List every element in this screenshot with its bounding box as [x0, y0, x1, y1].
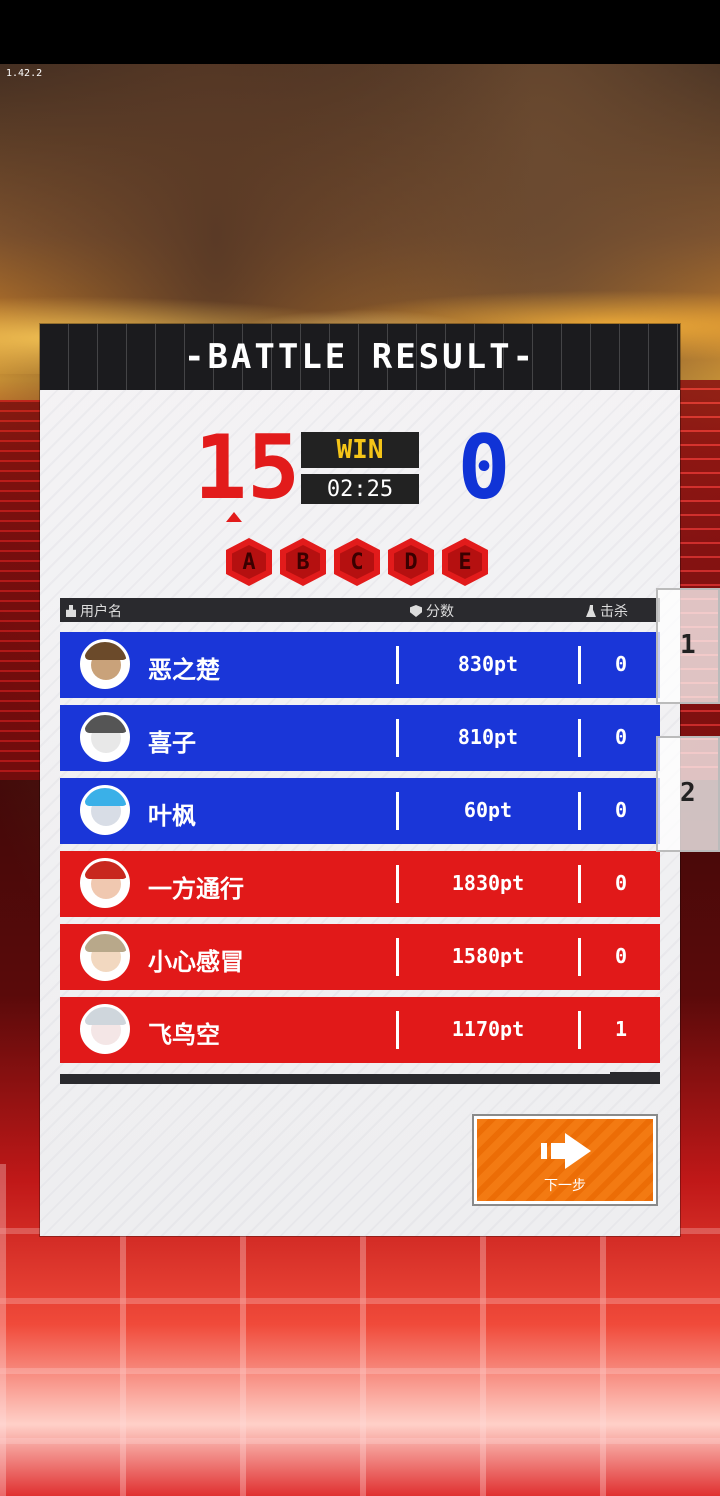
side-tab-label: 2 [680, 778, 696, 808]
version-label: 1.42.2 [6, 68, 43, 79]
next-step-button[interactable]: 下一步 [474, 1116, 656, 1204]
person-icon [66, 605, 76, 617]
red-team-score: 15 [194, 416, 300, 519]
zone-label: E [458, 549, 472, 575]
player-name: 叶枫 [148, 802, 196, 830]
divider [578, 1011, 581, 1049]
divider [396, 938, 399, 976]
player-points: 1170pt [451, 1017, 525, 1041]
divider [396, 719, 399, 757]
score-shield-icon [410, 605, 422, 617]
avatar-hair [85, 715, 127, 733]
col-score-label: 分数 [426, 604, 454, 620]
footer-bar-tip [610, 1072, 660, 1076]
player-kills: 0 [614, 798, 628, 822]
match-timer: 02:25 [301, 474, 419, 504]
blue-team-score: 0 [457, 416, 511, 519]
battle-result-panel: -BATTLE RESULT- 15 WIN 02:25 0 A B C D E… [40, 324, 680, 1236]
avatar [80, 712, 130, 762]
player-name: 飞鸟空 [148, 1021, 220, 1049]
col-kills-label: 击杀 [600, 604, 628, 620]
zone-label: C [350, 549, 364, 575]
player-name: 恶之楚 [148, 656, 220, 684]
col-user: 用户名 [66, 601, 122, 621]
panel-title: -BATTLE RESULT- [183, 337, 537, 377]
player-name: 小心感冒 [148, 948, 244, 976]
avatar [80, 639, 130, 689]
avatar [80, 785, 130, 835]
col-user-label: 用户名 [80, 604, 122, 620]
next-step-label: 下一步 [544, 1178, 586, 1194]
avatar-hair [85, 788, 127, 806]
divider [396, 1011, 399, 1049]
player-points: 60pt [463, 798, 513, 822]
player-row[interactable]: 一方通行 1830pt 0 [60, 851, 660, 917]
player-row[interactable]: 叶枫 60pt 0 [60, 778, 660, 844]
right-building [680, 380, 720, 780]
divider [396, 792, 399, 830]
player-points: 810pt [457, 725, 519, 749]
divider [396, 865, 399, 903]
avatar-hair [85, 1007, 127, 1025]
avatar [80, 858, 130, 908]
col-kills: 击杀 [586, 601, 628, 621]
scoreboard-header: 用户名 分数 击杀 [60, 598, 660, 622]
player-row[interactable]: 恶之楚 830pt 0 [60, 632, 660, 698]
zone-d-hex-icon: D [388, 538, 434, 586]
avatar [80, 1004, 130, 1054]
avatar [80, 931, 130, 981]
status-bar [0, 0, 720, 64]
player-name: 喜子 [148, 729, 196, 757]
zone-label: B [296, 549, 310, 575]
arrow-right-icon [541, 1133, 591, 1169]
panel-header: -BATTLE RESULT- [40, 324, 680, 390]
divider [396, 646, 399, 684]
player-points: 1830pt [451, 871, 525, 895]
player-kills: 1 [614, 1017, 628, 1041]
player-kills: 0 [614, 652, 628, 676]
divider [578, 938, 581, 976]
player-row[interactable]: 喜子 810pt 0 [60, 705, 660, 771]
result-badge: WIN [301, 432, 419, 468]
zone-b-hex-icon: B [280, 538, 326, 586]
player-row[interactable]: 飞鸟空 1170pt 1 [60, 997, 660, 1063]
player-kills: 0 [614, 944, 628, 968]
zone-label: A [242, 549, 256, 575]
player-kills: 0 [614, 725, 628, 749]
zone-e-hex-icon: E [442, 538, 488, 586]
side-tab-1[interactable]: 1 [656, 588, 720, 704]
side-tab-label: 1 [680, 630, 696, 660]
player-points: 1580pt [451, 944, 525, 968]
side-tab-2[interactable]: 2 [656, 736, 720, 852]
zone-indicators: A B C D E [226, 538, 496, 588]
divider [578, 719, 581, 757]
kill-icon [586, 605, 596, 617]
player-name: 一方通行 [148, 875, 244, 903]
left-building [0, 400, 42, 780]
own-team-marker-icon [226, 512, 242, 522]
avatar-hair [85, 861, 127, 879]
divider [578, 792, 581, 830]
divider [578, 865, 581, 903]
zone-c-hex-icon: C [334, 538, 380, 586]
avatar-hair [85, 642, 127, 660]
scoreboard-rows: 恶之楚 830pt 0 喜子 810pt 0 叶枫 60pt 0 一方通行 18 [60, 632, 660, 1070]
avatar-hair [85, 934, 127, 952]
player-points: 830pt [457, 652, 519, 676]
col-score: 分数 [410, 601, 454, 621]
zone-label: D [404, 549, 418, 575]
player-kills: 0 [614, 871, 628, 895]
scoreboard-footer-bar [60, 1074, 660, 1084]
zone-a-hex-icon: A [226, 538, 272, 586]
player-row[interactable]: 小心感冒 1580pt 0 [60, 924, 660, 990]
divider [578, 646, 581, 684]
